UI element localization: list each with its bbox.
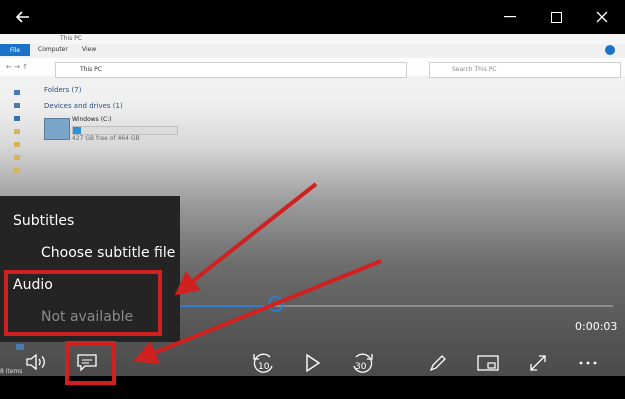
annotation-arrows — [132, 182, 382, 364]
arrow-to-audio — [174, 182, 318, 296]
arrow-to-subtitles — [132, 259, 382, 364]
